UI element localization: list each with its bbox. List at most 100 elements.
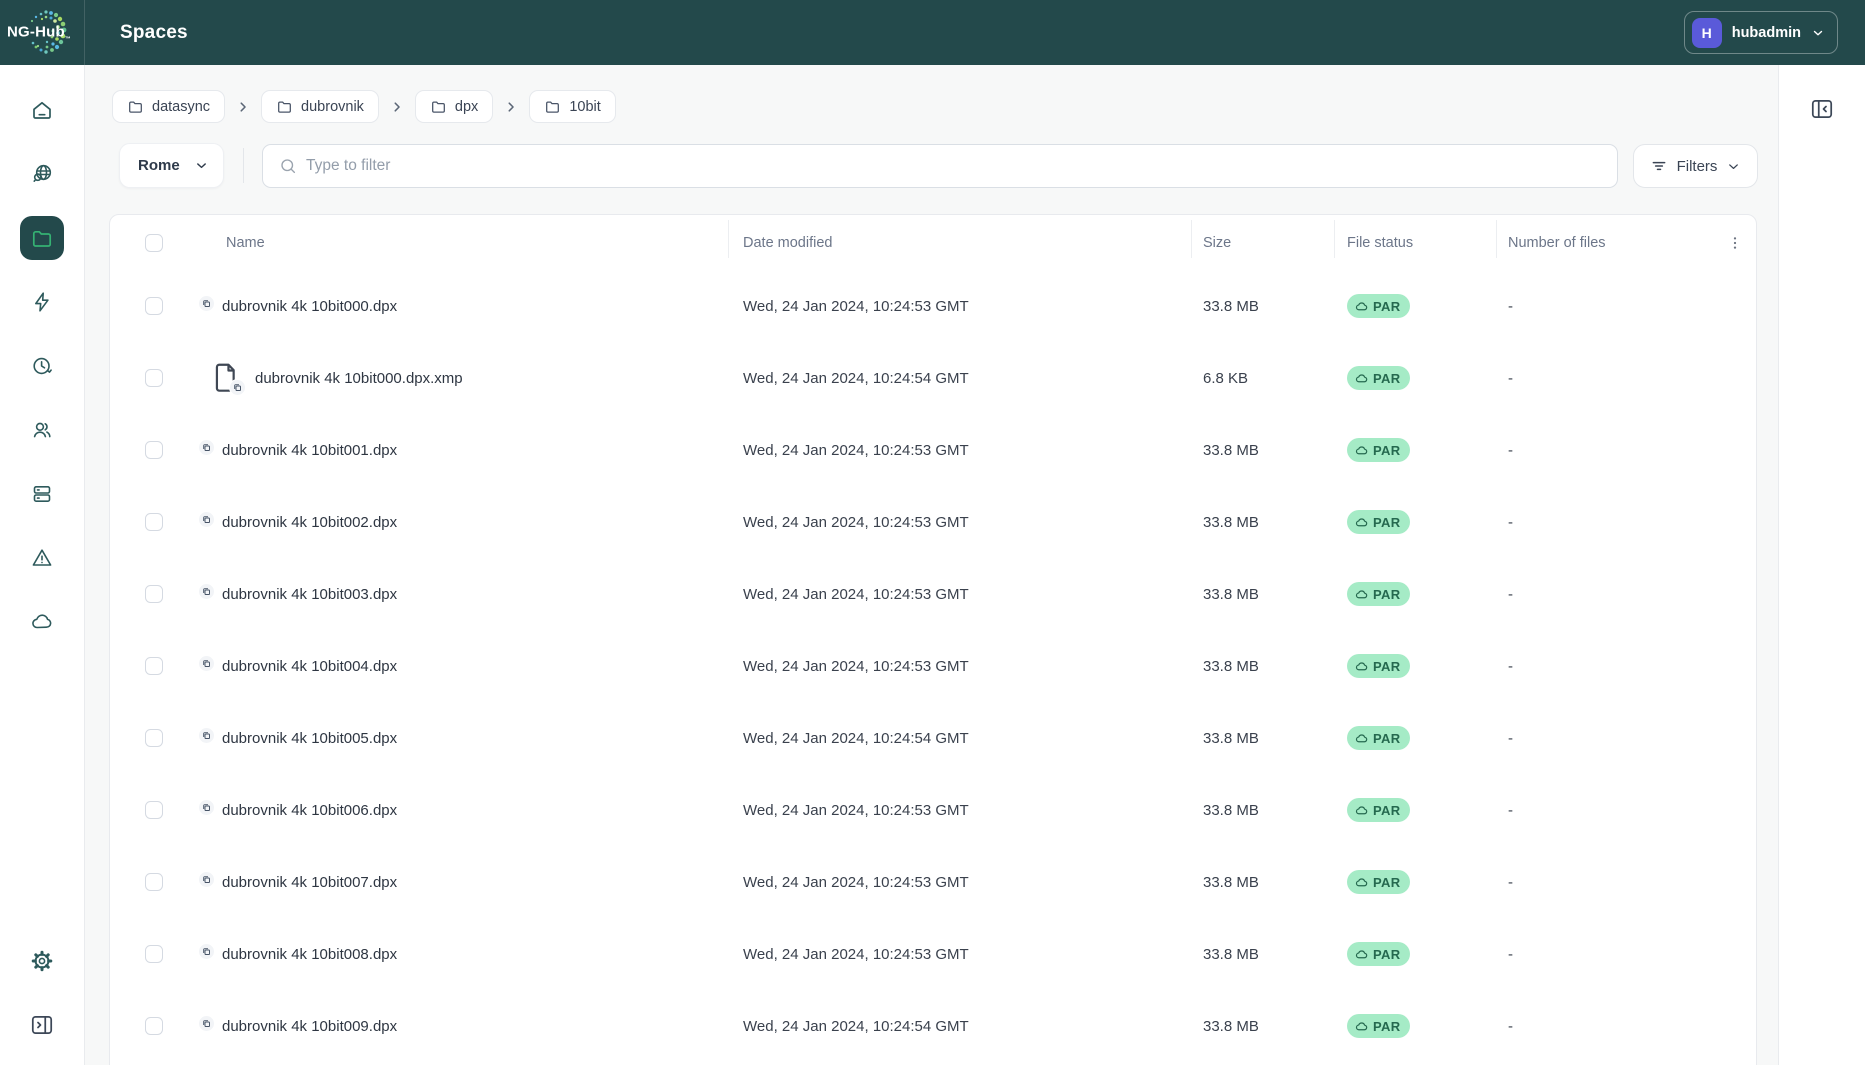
file-size: 33.8 MB — [1203, 729, 1259, 747]
table-row[interactable]: dubrovnik 4k 10bit006.dpx Wed, 24 Jan 20… — [110, 774, 1756, 846]
file-name: dubrovnik 4k 10bit003.dpx — [222, 585, 398, 603]
table-row[interactable]: dubrovnik 4k 10bit000.dpx.xmp Wed, 24 Ja… — [110, 342, 1756, 414]
row-checkbox[interactable] — [145, 369, 163, 387]
history-clock-icon — [33, 357, 52, 375]
table-row[interactable]: dubrovnik 4k 10bit008.dpx Wed, 24 Jan 20… — [110, 918, 1756, 990]
table-row[interactable]: dubrovnik 4k 10bit002.dpx Wed, 24 Jan 20… — [110, 486, 1756, 558]
row-checkbox[interactable] — [145, 297, 163, 315]
cloud-icon — [1355, 877, 1368, 886]
date-modified: Wed, 24 Jan 2024, 10:24:53 GMT — [743, 513, 969, 531]
sidebar-item-network-search[interactable] — [20, 152, 64, 196]
file-size: 33.8 MB — [1203, 873, 1259, 891]
select-all-checkbox[interactable] — [145, 233, 163, 252]
row-checkbox[interactable] — [145, 441, 163, 459]
row-checkbox[interactable] — [145, 1017, 163, 1035]
table-options-kebab-button[interactable] — [1721, 229, 1749, 257]
row-checkbox[interactable] — [145, 873, 163, 891]
table-row[interactable]: dubrovnik 4k 10bit009.dpx Wed, 24 Jan 20… — [110, 990, 1756, 1062]
right-rail — [1778, 65, 1865, 1065]
row-checkbox[interactable] — [145, 801, 163, 819]
column-header-name[interactable]: Name — [226, 235, 265, 251]
table-row[interactable]: dubrovnik 4k 10bit005.dpx Wed, 24 Jan 20… — [110, 702, 1756, 774]
filters-label: Filters — [1676, 157, 1718, 175]
space-selector-dropdown[interactable]: Rome — [119, 143, 224, 188]
sidebar-item-home[interactable] — [20, 88, 64, 132]
cloud-icon — [1355, 445, 1368, 454]
status-label: PAR — [1373, 874, 1401, 890]
sidebar-item-automation[interactable] — [20, 280, 64, 324]
sidebar-item-storage[interactable] — [20, 472, 64, 516]
breadcrumb-item-dpx[interactable]: dpx — [414, 90, 494, 123]
status-badge: PAR — [1347, 726, 1411, 750]
breadcrumb-item-datasync[interactable]: datasync — [112, 90, 226, 123]
sidebar-item-settings[interactable] — [20, 939, 64, 983]
table-row[interactable]: dubrovnik 4k 10bit003.dpx Wed, 24 Jan 20… — [110, 558, 1756, 630]
app-window: NG-Hub™ Spaces H hubadmin datasync dubro… — [0, 0, 1865, 1065]
cloud-icon — [32, 614, 52, 629]
cloud-icon — [1355, 373, 1368, 382]
status-label: PAR — [1373, 442, 1401, 458]
table-row[interactable]: dubrovnik 4k 10bit004.dpx Wed, 24 Jan 20… — [110, 630, 1756, 702]
brand-logo: NG-Hub™ — [0, 0, 85, 65]
status-badge: PAR — [1347, 438, 1411, 462]
search-input[interactable] — [306, 145, 1617, 187]
status-label: PAR — [1373, 802, 1401, 818]
filter-lines-icon — [1652, 161, 1665, 171]
folder-icon — [129, 101, 142, 113]
cloud-icon — [1355, 517, 1368, 526]
date-modified: Wed, 24 Jan 2024, 10:24:53 GMT — [743, 585, 969, 603]
toggle-panel-icon — [1811, 100, 1833, 118]
sidebar-item-alerts[interactable] — [20, 536, 64, 580]
status-badge: PAR — [1347, 654, 1411, 678]
sidebar-item-users[interactable] — [20, 408, 64, 452]
left-sidebar — [0, 65, 85, 1065]
file-name: dubrovnik 4k 10bit004.dpx — [222, 657, 398, 675]
chevron-right-icon — [390, 100, 404, 114]
date-modified: Wed, 24 Jan 2024, 10:24:53 GMT — [743, 297, 969, 315]
column-header-number-of-files[interactable]: Number of files — [1508, 235, 1606, 251]
breadcrumb-label: dpx — [454, 98, 479, 115]
toggle-panel-button[interactable] — [1808, 95, 1836, 123]
number-of-files: - — [1508, 585, 1513, 603]
row-checkbox[interactable] — [145, 657, 163, 675]
table-row[interactable]: dubrovnik 4k 10bit000.dpx Wed, 24 Jan 20… — [110, 270, 1756, 342]
row-checkbox[interactable] — [145, 513, 163, 531]
file-size: 33.8 MB — [1203, 657, 1259, 675]
proxy-badge-icon — [229, 379, 246, 396]
kebab-menu-icon — [1733, 236, 1736, 249]
row-checkbox[interactable] — [145, 585, 163, 603]
file-size: 33.8 MB — [1203, 513, 1259, 531]
warning-icon — [32, 549, 52, 566]
row-checkbox[interactable] — [145, 945, 163, 963]
date-modified: Wed, 24 Jan 2024, 10:24:53 GMT — [743, 873, 969, 891]
status-badge: PAR — [1347, 582, 1411, 606]
sidebar-item-files[interactable] — [20, 216, 64, 260]
status-label: PAR — [1373, 586, 1401, 602]
status-label: PAR — [1373, 658, 1401, 674]
chevron-right-icon — [236, 100, 250, 114]
chevron-down-icon — [197, 163, 206, 169]
status-label: PAR — [1373, 298, 1401, 314]
date-modified: Wed, 24 Jan 2024, 10:24:54 GMT — [743, 729, 969, 747]
column-header-size[interactable]: Size — [1203, 235, 1231, 251]
number-of-files: - — [1508, 729, 1513, 747]
breadcrumb-label: dubrovnik — [301, 98, 364, 115]
breadcrumb-item-dubrovnik[interactable]: dubrovnik — [261, 90, 379, 123]
sidebar-item-cloud[interactable] — [20, 600, 64, 644]
search-icon — [281, 159, 296, 174]
breadcrumb-item-10bit[interactable]: 10bit — [529, 90, 616, 123]
number-of-files: - — [1508, 1017, 1513, 1035]
file-size: 33.8 MB — [1203, 297, 1259, 315]
network-search-icon — [33, 164, 52, 182]
table-row[interactable]: dubrovnik 4k 10bit007.dpx Wed, 24 Jan 20… — [110, 846, 1756, 918]
user-menu-button[interactable]: H hubadmin — [1683, 11, 1838, 54]
sidebar-item-history[interactable] — [20, 344, 64, 388]
number-of-files: - — [1508, 873, 1513, 891]
row-checkbox[interactable] — [145, 729, 163, 747]
settings-gear-icon — [31, 950, 53, 972]
filters-button[interactable]: Filters — [1633, 144, 1758, 188]
sidebar-collapse-button[interactable] — [20, 1003, 64, 1047]
table-row[interactable]: dubrovnik 4k 10bit001.dpx Wed, 24 Jan 20… — [110, 414, 1756, 486]
column-header-file-status[interactable]: File status — [1347, 235, 1413, 251]
column-header-date-modified[interactable]: Date modified — [743, 235, 832, 251]
